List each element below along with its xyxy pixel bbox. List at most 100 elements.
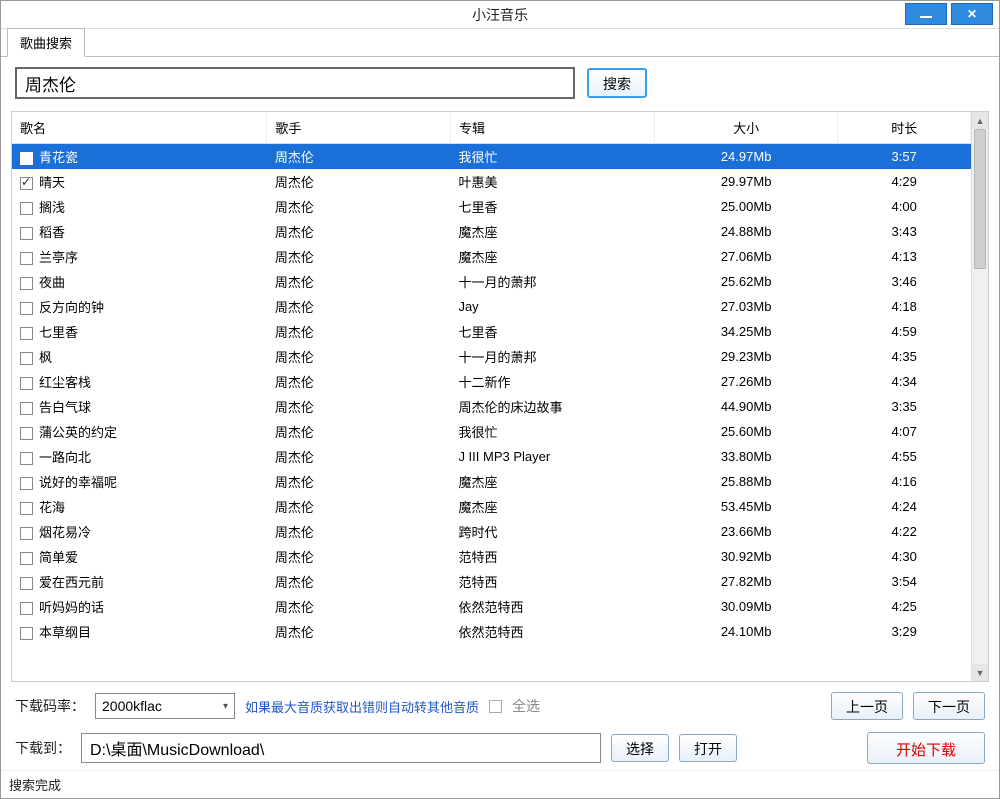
row-checkbox[interactable] bbox=[20, 427, 33, 440]
bitrate-select[interactable]: 2000kflac ▾ bbox=[95, 693, 235, 719]
table-row[interactable]: 红尘客栈周杰伦十二新作27.26Mb4:34 bbox=[12, 369, 971, 394]
cell-album: 十二新作 bbox=[450, 369, 654, 394]
table-row[interactable]: 兰亭序周杰伦魔杰座27.06Mb4:13 bbox=[12, 244, 971, 269]
cell-name: 简单爱 bbox=[39, 550, 78, 565]
close-button[interactable] bbox=[951, 3, 993, 25]
cell-dur: 4:13 bbox=[838, 244, 971, 269]
row-checkbox[interactable] bbox=[20, 202, 33, 215]
cell-size: 27.06Mb bbox=[654, 244, 838, 269]
app-window: 小汪音乐 歌曲搜索 搜索 歌名 歌手 专辑 大小 bbox=[0, 0, 1000, 799]
table-row[interactable]: 青花瓷周杰伦我很忙24.97Mb3:57 bbox=[12, 144, 971, 170]
open-folder-button[interactable]: 打开 bbox=[679, 734, 737, 762]
cell-artist: 周杰伦 bbox=[267, 169, 451, 194]
table-row[interactable]: 枫周杰伦十一月的萧邦29.23Mb4:35 bbox=[12, 344, 971, 369]
table-row[interactable]: 听妈妈的话周杰伦依然范特西30.09Mb4:25 bbox=[12, 594, 971, 619]
minimize-button[interactable] bbox=[905, 3, 947, 25]
row-checkbox[interactable] bbox=[20, 277, 33, 290]
status-text: 搜索完成 bbox=[9, 778, 61, 793]
cell-artist: 周杰伦 bbox=[267, 144, 451, 170]
row-checkbox[interactable] bbox=[20, 402, 33, 415]
cell-dur: 4:34 bbox=[838, 369, 971, 394]
search-button[interactable]: 搜索 bbox=[587, 68, 647, 98]
row-checkbox[interactable] bbox=[20, 577, 33, 590]
row-checkbox[interactable] bbox=[20, 477, 33, 490]
download-path-input[interactable] bbox=[81, 733, 601, 763]
row-checkbox[interactable] bbox=[20, 152, 33, 165]
search-input[interactable] bbox=[15, 67, 575, 99]
scroll-thumb[interactable] bbox=[974, 129, 986, 269]
row-checkbox[interactable] bbox=[20, 527, 33, 540]
cell-album: 魔杰座 bbox=[450, 469, 654, 494]
scroll-down-arrow-icon[interactable]: ▼ bbox=[972, 664, 988, 681]
cell-album: 魔杰座 bbox=[450, 219, 654, 244]
cell-size: 44.90Mb bbox=[654, 394, 838, 419]
table-row[interactable]: 一路向北周杰伦J III MP3 Player33.80Mb4:55 bbox=[12, 444, 971, 469]
cell-name: 晴天 bbox=[39, 175, 65, 190]
cell-name: 搁浅 bbox=[39, 200, 65, 215]
table-row[interactable]: 稻香周杰伦魔杰座24.88Mb3:43 bbox=[12, 219, 971, 244]
row-checkbox[interactable] bbox=[20, 502, 33, 515]
cell-artist: 周杰伦 bbox=[267, 569, 451, 594]
table-row[interactable]: 简单爱周杰伦范特西30.92Mb4:30 bbox=[12, 544, 971, 569]
cell-dur: 4:55 bbox=[838, 444, 971, 469]
col-header-album[interactable]: 专辑 bbox=[450, 112, 654, 144]
prev-page-button[interactable]: 上一页 bbox=[831, 692, 903, 720]
col-header-duration[interactable]: 时长 bbox=[838, 112, 971, 144]
cell-name: 枫 bbox=[39, 350, 52, 365]
cell-name: 反方向的钟 bbox=[39, 300, 104, 315]
row-checkbox[interactable] bbox=[20, 302, 33, 315]
col-header-name[interactable]: 歌名 bbox=[12, 112, 267, 144]
quality-fallback-note: 如果最大音质获取出错则自动转其他音质 bbox=[245, 697, 479, 716]
table-row[interactable]: 告白气球周杰伦周杰伦的床边故事44.90Mb3:35 bbox=[12, 394, 971, 419]
table-row[interactable]: 夜曲周杰伦十一月的萧邦25.62Mb3:46 bbox=[12, 269, 971, 294]
table-row[interactable]: 搁浅周杰伦七里香25.00Mb4:00 bbox=[12, 194, 971, 219]
table-row[interactable]: 反方向的钟周杰伦Jay27.03Mb4:18 bbox=[12, 294, 971, 319]
cell-artist: 周杰伦 bbox=[267, 469, 451, 494]
cell-size: 24.97Mb bbox=[654, 144, 838, 170]
results-table-wrap: 歌名 歌手 专辑 大小 时长 青花瓷周杰伦我很忙24.97Mb3:57晴天周杰伦… bbox=[11, 111, 989, 682]
cell-album: 七里香 bbox=[450, 319, 654, 344]
row-checkbox[interactable] bbox=[20, 602, 33, 615]
tab-song-search[interactable]: 歌曲搜索 bbox=[7, 28, 85, 57]
table-row[interactable]: 蒲公英的约定周杰伦我很忙25.60Mb4:07 bbox=[12, 419, 971, 444]
table-row[interactable]: 本草纲目周杰伦依然范特西24.10Mb3:29 bbox=[12, 619, 971, 644]
cell-dur: 4:24 bbox=[838, 494, 971, 519]
table-row[interactable]: 花海周杰伦魔杰座53.45Mb4:24 bbox=[12, 494, 971, 519]
row-checkbox[interactable] bbox=[20, 252, 33, 265]
col-header-artist[interactable]: 歌手 bbox=[267, 112, 451, 144]
row-checkbox[interactable] bbox=[20, 177, 33, 190]
row-checkbox[interactable] bbox=[20, 627, 33, 640]
row-checkbox[interactable] bbox=[20, 377, 33, 390]
table-header-row: 歌名 歌手 专辑 大小 时长 bbox=[12, 112, 971, 144]
next-page-button[interactable]: 下一页 bbox=[913, 692, 985, 720]
table-row[interactable]: 晴天周杰伦叶惠美29.97Mb4:29 bbox=[12, 169, 971, 194]
cell-album: 七里香 bbox=[450, 194, 654, 219]
cell-size: 25.00Mb bbox=[654, 194, 838, 219]
cell-name: 告白气球 bbox=[39, 400, 91, 415]
bitrate-label: 下载码率： bbox=[15, 696, 85, 716]
cell-name: 花海 bbox=[39, 500, 65, 515]
cell-album: J III MP3 Player bbox=[450, 444, 654, 469]
choose-folder-button[interactable]: 选择 bbox=[611, 734, 669, 762]
cell-album: 我很忙 bbox=[450, 144, 654, 170]
cell-dur: 3:57 bbox=[838, 144, 971, 170]
vertical-scrollbar[interactable]: ▲ ▼ bbox=[971, 112, 988, 681]
col-header-size[interactable]: 大小 bbox=[654, 112, 838, 144]
scroll-up-arrow-icon[interactable]: ▲ bbox=[972, 112, 988, 129]
row-checkbox[interactable] bbox=[20, 327, 33, 340]
row-checkbox[interactable] bbox=[20, 227, 33, 240]
table-row[interactable]: 七里香周杰伦七里香34.25Mb4:59 bbox=[12, 319, 971, 344]
row-checkbox[interactable] bbox=[20, 452, 33, 465]
select-all-checkbox[interactable]: 全选 bbox=[489, 696, 540, 716]
row-checkbox[interactable] bbox=[20, 552, 33, 565]
table-row[interactable]: 爱在西元前周杰伦范特西27.82Mb3:54 bbox=[12, 569, 971, 594]
table-row[interactable]: 说好的幸福呢周杰伦魔杰座25.88Mb4:16 bbox=[12, 469, 971, 494]
start-download-button[interactable]: 开始下载 bbox=[867, 732, 985, 764]
table-row[interactable]: 烟花易冷周杰伦跨时代23.66Mb4:22 bbox=[12, 519, 971, 544]
row-checkbox[interactable] bbox=[20, 352, 33, 365]
select-all-label: 全选 bbox=[512, 696, 540, 716]
tabbar: 歌曲搜索 bbox=[1, 29, 999, 57]
cell-dur: 4:35 bbox=[838, 344, 971, 369]
cell-size: 25.62Mb bbox=[654, 269, 838, 294]
cell-size: 24.10Mb bbox=[654, 619, 838, 644]
